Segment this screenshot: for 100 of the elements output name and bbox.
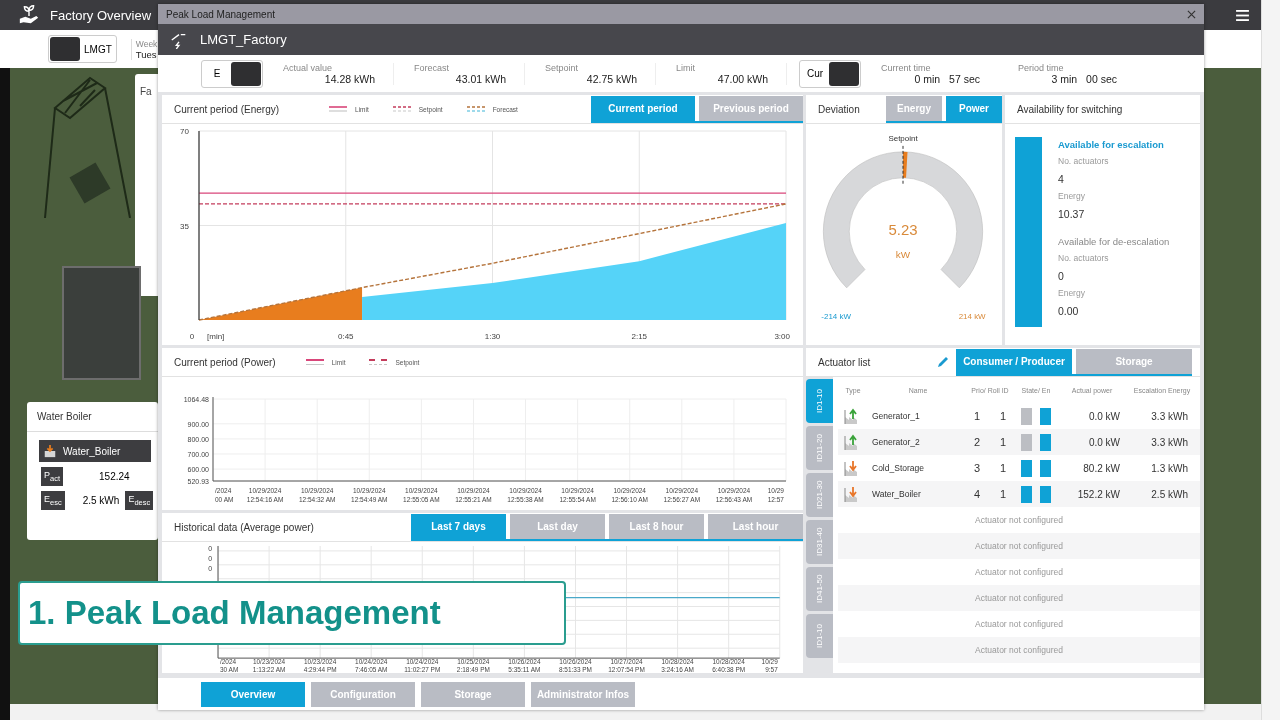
actuator-row[interactable]: Generator_2 2 1 0.0 kW 3.3 kWh: [838, 429, 1200, 455]
power-symbol: P$_{act}$: [41, 467, 64, 486]
power-value: 0.0 kW: [1087, 436, 1121, 448]
pencil-icon[interactable]: [936, 355, 950, 369]
legend-swatch-icon: [466, 106, 485, 112]
empty-row-note: Actuator not configured: [975, 515, 1063, 525]
roll-id-value: 1: [999, 436, 1007, 448]
panel-title: Availability for switching: [1016, 103, 1123, 115]
energy-label: Energy: [1058, 288, 1086, 298]
actuator-row[interactable]: Water_Boiler 4 1 152.2 kW 2.5 kWh: [838, 481, 1200, 507]
range-tab[interactable]: Last hour: [708, 514, 803, 539]
unit-tab[interactable]: Energy: [886, 96, 942, 121]
energy-value: 2.5 kWh: [82, 494, 120, 506]
energy-value: 3.3 kWh: [1150, 410, 1189, 422]
range-tab[interactable]: Last 8 hour: [609, 514, 704, 539]
time-label: Current time: [881, 62, 932, 73]
device-row[interactable]: Water_Boiler: [39, 440, 151, 462]
field-label: Setpoint: [545, 62, 580, 73]
panel-title: Deviation: [817, 103, 861, 115]
actuator-name: Generator_1: [871, 411, 921, 421]
close-icon[interactable]: [1187, 9, 1196, 19]
actuator-type-tab[interactable]: Consumer / Producer: [956, 349, 1072, 374]
id-range-tab[interactable]: ID11-20: [806, 426, 833, 470]
id-range-tab[interactable]: ID41-50: [806, 567, 833, 611]
x-tick-label: 2:15: [631, 332, 648, 341]
prio-value: 4: [973, 488, 981, 500]
energy-value: 2.5 kWh: [1150, 488, 1189, 500]
empty-row-note: Actuator not configured: [975, 593, 1063, 603]
min-label: -214 kW: [821, 312, 851, 322]
empty-row-note: Actuator not configured: [975, 645, 1063, 655]
id-range-tab[interactable]: ID1-10: [806, 614, 833, 658]
id-range-tab[interactable]: ID1-10: [806, 379, 833, 423]
x-tick-label: 1:30: [484, 332, 501, 341]
count-value: 4: [1058, 173, 1065, 185]
unit-tab[interactable]: Power: [946, 96, 1002, 121]
x-axis-unit: [min]: [207, 332, 225, 341]
panel-title: Historical data (Average power): [173, 521, 315, 533]
power-value: 0.0 kW: [1087, 410, 1121, 422]
actuator-name: Generator_2: [871, 437, 921, 447]
energy-value: 0.00: [1058, 305, 1080, 317]
energy-symbol: E$_{esc}$: [41, 490, 65, 510]
energy-value: 3.3 kWh: [1150, 436, 1189, 448]
field-value: 14.28 kWh: [324, 72, 375, 85]
group-title: Available for de-escalation: [1058, 236, 1170, 247]
id-range-tab[interactable]: ID31-40: [806, 520, 833, 564]
actuator-name: Water_Boiler: [871, 489, 922, 499]
actuator-row[interactable]: Cold_Storage 3 1 80.2 kW 1.3 kWh: [838, 455, 1200, 481]
seconds-value: 57 sec: [949, 72, 980, 85]
setpoint-label: Setpoint: [888, 133, 918, 143]
power-value: 80.2 kW: [1082, 462, 1121, 474]
caption-banner: 1. Peak Load Management: [18, 581, 566, 645]
period-tab[interactable]: Previous period: [699, 96, 803, 121]
energy-value: 10.37: [1058, 208, 1086, 220]
lmgt-toggle[interactable]: LMGT: [48, 35, 117, 63]
legend-swatch-icon: [329, 106, 348, 112]
energy-label: Energy: [1058, 191, 1086, 201]
nav-button[interactable]: Administrator Infos: [531, 681, 635, 707]
power-value: 152.24: [99, 470, 130, 482]
y-tick-label: 35: [180, 221, 189, 231]
id-range-tab[interactable]: ID21-30: [806, 473, 833, 517]
legend-swatch-icon: [392, 106, 411, 112]
field-label: Forecast: [414, 62, 450, 73]
prio-value: 2: [973, 436, 981, 448]
panel-title: Current period (Energy): [173, 103, 280, 115]
y-tick-label: 70: [180, 127, 189, 136]
count-label: No. actuators: [1058, 253, 1110, 263]
header-title: LMGT_Factory: [200, 32, 287, 47]
panel-tab-label: Fa: [140, 86, 152, 97]
field-value: 42.75 kWh: [586, 72, 637, 85]
empty-row-note: Actuator not configured: [975, 619, 1063, 629]
day-value: Tues: [135, 48, 158, 60]
actuator-type-tab[interactable]: Storage: [1076, 349, 1192, 374]
app-title: Factory Overview: [50, 7, 152, 23]
panel-title: Actuator list: [817, 356, 872, 368]
deviation-unit: kW: [895, 249, 911, 261]
actuator-row[interactable]: Generator_1 1 1 0.0 kW 3.3 kWh: [838, 403, 1200, 429]
prio-value: 1: [973, 410, 981, 422]
period-tab[interactable]: Current period: [591, 96, 695, 121]
range-tab[interactable]: Last day: [510, 514, 605, 539]
deviation-value: 5.23: [888, 220, 918, 238]
seconds-value: 00 sec: [1086, 72, 1117, 85]
time-label: Period time: [1018, 62, 1065, 73]
nav-button[interactable]: Storage: [421, 681, 525, 707]
menu-icon[interactable]: [1236, 9, 1249, 21]
roll-id-value: 1: [999, 462, 1007, 474]
max-label: 214 kW: [958, 312, 986, 322]
energy-value: 1.3 kWh: [1150, 462, 1189, 474]
setpoint-marker: [902, 145, 904, 187]
empty-row-note: Actuator not configured: [975, 541, 1063, 551]
nav-button[interactable]: Configuration: [311, 681, 415, 707]
x-tick-label: 0: [189, 332, 195, 341]
group-title: Available for escalation: [1058, 139, 1165, 150]
count-label: No. actuators: [1058, 156, 1110, 166]
nav-button[interactable]: Overview: [201, 681, 305, 707]
actuator-name: Cold_Storage: [871, 463, 925, 473]
time-toggle[interactable]: Cur: [799, 59, 861, 88]
range-tab[interactable]: Last 7 days: [411, 514, 506, 539]
field-value: 47.00 kWh: [717, 72, 768, 85]
mode-toggle[interactable]: E: [201, 59, 263, 88]
power-value: 152.2 kW: [1076, 488, 1121, 500]
